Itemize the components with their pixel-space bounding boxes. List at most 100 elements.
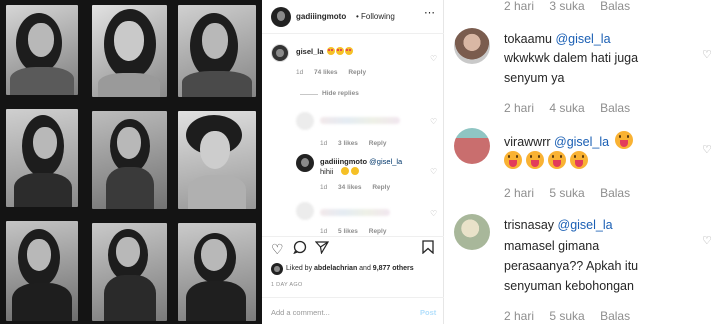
photo-1: [6, 5, 78, 95]
reply-button[interactable]: Balas: [600, 309, 630, 323]
comment-username[interactable]: virawwrr: [504, 135, 551, 149]
comment-username[interactable]: trisnasay: [504, 218, 554, 232]
comment-likes[interactable]: 34 likes: [338, 184, 362, 191]
comment-time: 1d: [320, 228, 328, 235]
blurred-comment: [320, 209, 390, 216]
photo-2: [6, 109, 78, 207]
emoji-line: [502, 151, 590, 169]
comment-line: senyuman kebohongan: [504, 279, 634, 293]
comment-likes[interactable]: 3 suka: [549, 0, 584, 13]
tongue-emoji-icon: [526, 151, 544, 169]
photo-contact-sheet: [0, 0, 262, 324]
author-avatar[interactable]: [271, 7, 291, 27]
heart-eyes-emoji-icon: [326, 47, 335, 55]
liked-by-and: and: [357, 265, 373, 272]
comment-likes[interactable]: 5 suka: [549, 309, 584, 323]
post-comments-panel: gadiiingmoto • Following ⋯ gisel_la ♡ 1d…: [262, 0, 444, 324]
commenter-avatar[interactable]: [454, 128, 490, 164]
reply-button[interactable]: Reply: [348, 69, 366, 76]
comment-username[interactable]: tokaamu: [504, 32, 552, 46]
grin-emoji-icon: [351, 167, 359, 175]
comment-time: 2 hari: [504, 309, 535, 323]
like-comment-icon[interactable]: ♡: [430, 54, 437, 63]
tongue-emoji-icon: [570, 151, 588, 169]
like-heart-icon[interactable]: ♡: [271, 242, 284, 256]
commenter-avatar[interactable]: [454, 28, 490, 64]
reply-button[interactable]: Balas: [600, 186, 630, 200]
author-username[interactable]: gadiiingmoto: [296, 12, 346, 21]
like-comment-icon[interactable]: ♡: [430, 117, 437, 126]
hide-replies-line: [300, 94, 318, 95]
liked-by-others[interactable]: 9,877 others: [373, 265, 414, 272]
blurred-avatar: [296, 202, 314, 220]
post-time-ago[interactable]: 1 DAY AGO: [271, 282, 303, 288]
grin-emoji-icon: [341, 167, 349, 175]
comment-likes[interactable]: 5 likes: [338, 228, 358, 235]
like-comment-icon[interactable]: ♡: [702, 48, 712, 61]
following-status[interactable]: • Following: [356, 12, 395, 21]
reply-button[interactable]: Reply: [369, 140, 387, 147]
comment-box-divider: [262, 297, 444, 298]
actions-divider: [262, 236, 444, 237]
photo-5: [92, 111, 167, 209]
comment-meta: 2 hari 4 suka Balas: [504, 101, 642, 115]
comment-time: 1d: [296, 69, 304, 76]
comment-line: senyum ya: [504, 71, 565, 85]
reply-button[interactable]: Balas: [600, 0, 630, 13]
liked-by-user[interactable]: abdelachrian: [314, 265, 357, 272]
comment-username[interactable]: gisel_la: [296, 47, 324, 56]
comment-time: 2 hari: [504, 0, 535, 13]
bookmark-icon[interactable]: [422, 240, 434, 256]
comment-first-line: trisnasay @gisel_la: [504, 218, 613, 232]
reply-author-avatar[interactable]: [296, 154, 314, 172]
like-comment-icon[interactable]: ♡: [702, 234, 712, 247]
reply-button[interactable]: Reply: [369, 228, 387, 235]
post-comment-button[interactable]: Post: [420, 308, 436, 317]
commenter-avatar[interactable]: [271, 44, 289, 62]
heart-eyes-emoji-icon: [335, 47, 344, 55]
reply-body: hihii: [320, 167, 334, 176]
mention-link[interactable]: @gisel_la: [555, 32, 610, 46]
comment-line: wkwkwk dalem hati juga: [504, 51, 639, 65]
photo-8: [178, 111, 256, 209]
comment-likes[interactable]: 74 likes: [314, 69, 338, 76]
comment-text: gadiiingmoto @gisel_la: [320, 157, 402, 166]
comment-meta: 1d 74 likes Reply: [296, 69, 375, 76]
photo-3: [6, 221, 78, 321]
comment-likes[interactable]: 3 likes: [338, 140, 358, 147]
blurred-comment: [320, 117, 400, 124]
mobile-comments-panel: 2 hari 3 suka Balas tokaamu @gisel_la wk…: [444, 0, 720, 324]
like-comment-icon[interactable]: ♡: [702, 143, 712, 156]
heart-eyes-emoji-icon: [344, 47, 353, 55]
mention-link[interactable]: @gisel_la: [558, 218, 613, 232]
comment-first-line: virawwrr @gisel_la: [504, 131, 635, 149]
comment-meta: 2 hari 5 suka Balas: [504, 186, 642, 200]
comment-icon[interactable]: [293, 240, 307, 256]
comment-time: 2 hari: [504, 186, 535, 200]
liked-by-prefix: Liked by: [286, 265, 315, 272]
share-icon[interactable]: [314, 240, 330, 256]
like-comment-icon[interactable]: ♡: [430, 209, 437, 218]
add-comment-input[interactable]: Add a comment...: [271, 308, 330, 317]
mention-link[interactable]: @gisel_la: [369, 157, 402, 166]
photo-6: [92, 223, 167, 321]
reply-button[interactable]: Balas: [600, 101, 630, 115]
comment-username[interactable]: gadiiingmoto: [320, 157, 367, 166]
liked-by-avatar[interactable]: [271, 263, 283, 275]
reply-button[interactable]: Reply: [372, 184, 390, 191]
more-icon[interactable]: ⋯: [424, 6, 436, 19]
comment-meta: 1d 34 likes Reply: [320, 184, 399, 191]
comment-time: 2 hari: [504, 101, 535, 115]
hide-replies-button[interactable]: Hide replies: [322, 90, 359, 97]
comment-likes[interactable]: 4 suka: [549, 101, 584, 115]
comment-meta: 2 hari 3 suka Balas: [504, 0, 642, 13]
tongue-emoji-icon: [614, 131, 633, 149]
comment-meta: 1d 5 likes Reply: [320, 228, 395, 235]
header-divider: [262, 33, 444, 34]
commenter-avatar[interactable]: [454, 214, 490, 250]
comment-likes[interactable]: 5 suka: [549, 186, 584, 200]
like-comment-icon[interactable]: ♡: [430, 167, 437, 176]
comment-time: 1d: [320, 184, 328, 191]
liked-by-text: Liked by abdelachrian and 9,877 others: [286, 265, 414, 272]
mention-link[interactable]: @gisel_la: [554, 135, 609, 149]
